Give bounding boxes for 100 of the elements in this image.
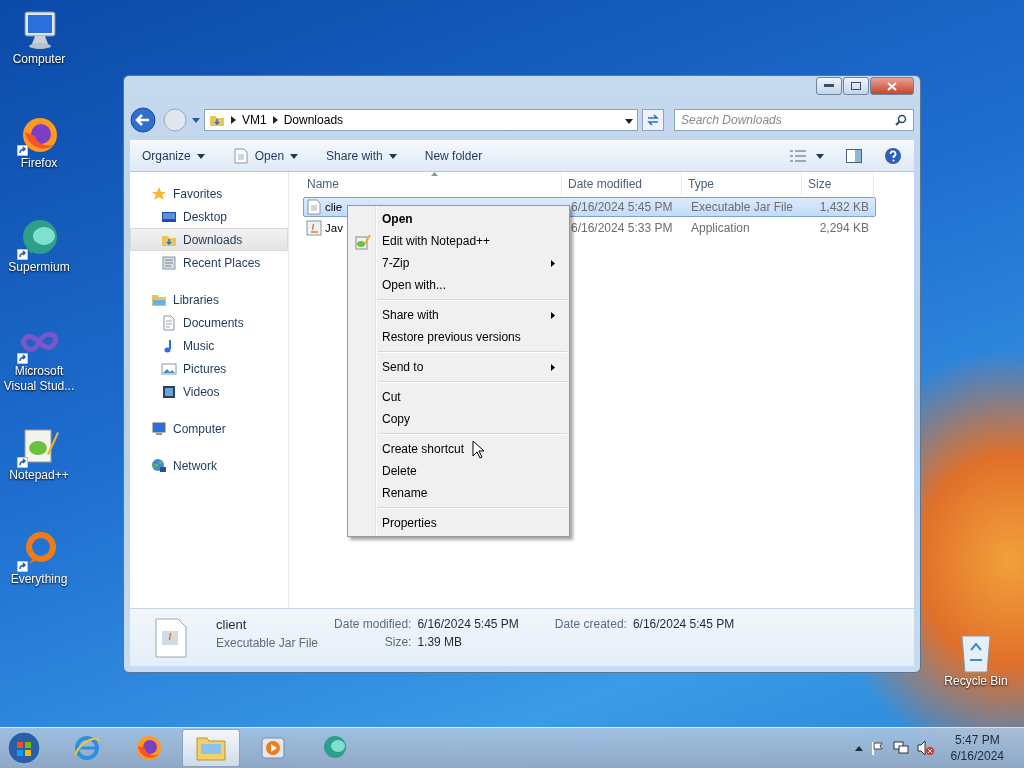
notepad-icon [355,234,371,250]
nav-item[interactable]: Computer [130,417,288,440]
details-label: Size: [383,635,412,649]
search-field[interactable]: Search Downloads [674,109,914,131]
address-bar[interactable]: VM1 Downloads [204,109,638,131]
menu-item[interactable]: 7-Zip [350,252,567,274]
breadcrumb[interactable]: VM1 [242,113,267,127]
menu-item[interactable]: Share with [350,304,567,326]
close-button[interactable] [870,77,914,95]
column-header[interactable]: Size [802,172,874,196]
jar-file-icon [154,617,188,659]
refresh-button[interactable] [642,109,664,131]
chevron-icon [272,116,278,124]
desktop-icon-label[interactable]: Microsoft Visual Stud... [0,364,78,394]
menu-item[interactable]: Open [350,208,567,230]
caret-icon [290,153,299,159]
help-icon[interactable] [884,147,902,165]
start-button[interactable] [4,729,44,767]
speaker-muted-icon[interactable] [916,740,935,756]
menu-item[interactable]: Delete [350,460,567,482]
recent-places-icon [161,254,177,271]
nav-item[interactable]: Documents [130,311,288,334]
type-cell-text: Application [690,221,751,235]
details-value: 1.39 MB [417,635,464,649]
file-name[interactable]: clie [325,201,343,213]
menu-item[interactable]: Edit with Notepad++ [350,230,567,252]
nav-item[interactable]: Network [130,454,288,477]
toolbar-button[interactable]: Organize [142,149,205,163]
details-file-name: client [216,617,248,632]
nav-item[interactable]: Libraries [130,288,288,311]
back-button[interactable] [130,107,158,133]
column-header[interactable]: Date modified [562,172,682,196]
fox-globe-icon [134,733,164,763]
desktop-icon-label[interactable]: Everything [0,572,78,587]
picture-icon [161,360,177,377]
toolbar-button[interactable]: New folder [424,149,483,163]
type-cell-text: Executable Jar File [690,200,795,214]
submenu-arrow-icon [551,363,555,371]
network-icon[interactable] [892,741,909,755]
size-cell-text: 1,432 KB [818,200,870,214]
column-header[interactable]: Type [682,172,802,196]
desktop-icon-label[interactable]: Firefox [0,156,78,171]
menu-item[interactable]: Cut [350,386,567,408]
breadcrumb[interactable]: Downloads [283,113,344,127]
nav-item[interactable]: Favorites [130,182,288,205]
play-icon [260,735,286,761]
nav-item[interactable]: Videos [130,380,288,403]
details-file-type: Executable Jar File [216,636,319,650]
desktop-icon-label[interactable]: Supermium [0,260,78,275]
desktop-icon-label[interactable]: Recycle Bin [937,674,1015,689]
menu-item[interactable]: Copy [350,408,567,430]
java-app-icon [306,220,322,236]
caret-icon [625,119,633,124]
menu-item[interactable]: Restore previous versions [350,326,567,348]
computer-icon [151,420,167,437]
file-name[interactable]: Jav [325,222,343,234]
nav-item[interactable]: Desktop [130,205,288,228]
jar-file-icon [306,199,322,215]
maximize-icon [851,82,861,90]
minimize-button[interactable] [816,77,842,95]
close-icon [887,81,897,91]
menu-item[interactable]: Send to [350,356,567,378]
clock-time[interactable]: 5:47 PM [954,732,1000,748]
details-label: Date created: [554,617,627,631]
menu-item[interactable]: Rename [350,482,567,504]
submenu-arrow-icon [551,259,555,267]
star-icon [151,185,167,202]
date-cell-text: 6/16/2024 5:33 PM [570,221,674,235]
submenu-arrow-icon [551,311,555,319]
nav-item[interactable]: Downloads [130,228,288,251]
minimize-icon [824,84,834,88]
clock-date[interactable]: 6/16/2024 [950,748,1004,764]
document-icon [161,314,177,331]
toolbar-button[interactable]: Open [232,148,299,164]
search-icon [895,114,907,126]
menu-item[interactable]: Properties [350,512,567,534]
chevron-icon [231,116,236,124]
globe-icon [151,457,167,474]
film-icon [161,383,177,400]
column-header[interactable]: Name [301,172,562,196]
menu-item[interactable]: Create shortcut [350,438,567,460]
caret-icon [388,153,397,159]
caret-icon [196,153,205,159]
menu-item[interactable]: Open with... [350,274,567,296]
details-value: 6/16/2024 5:45 PM [632,617,735,631]
details-label: Date modified: [334,617,412,631]
nav-item[interactable]: Music [130,334,288,357]
desktop-icon-label[interactable]: Notepad++ [0,468,78,483]
preview-pane-icon[interactable] [846,149,862,163]
desktop-icon-label[interactable]: Computer [0,52,78,67]
nav-item[interactable]: Recent Places [130,251,288,274]
details-value: 6/16/2024 5:45 PM [417,617,519,631]
toolbar-button[interactable]: Share with [326,149,397,163]
show-hidden-icons-icon[interactable] [854,745,863,751]
size-cell-text: 2,294 KB [818,221,870,235]
nav-item[interactable]: Pictures [130,357,288,380]
caret-icon [192,117,200,123]
flag-icon[interactable] [870,741,885,755]
mouse-cursor-icon [472,440,484,459]
maximize-button[interactable] [843,77,869,95]
